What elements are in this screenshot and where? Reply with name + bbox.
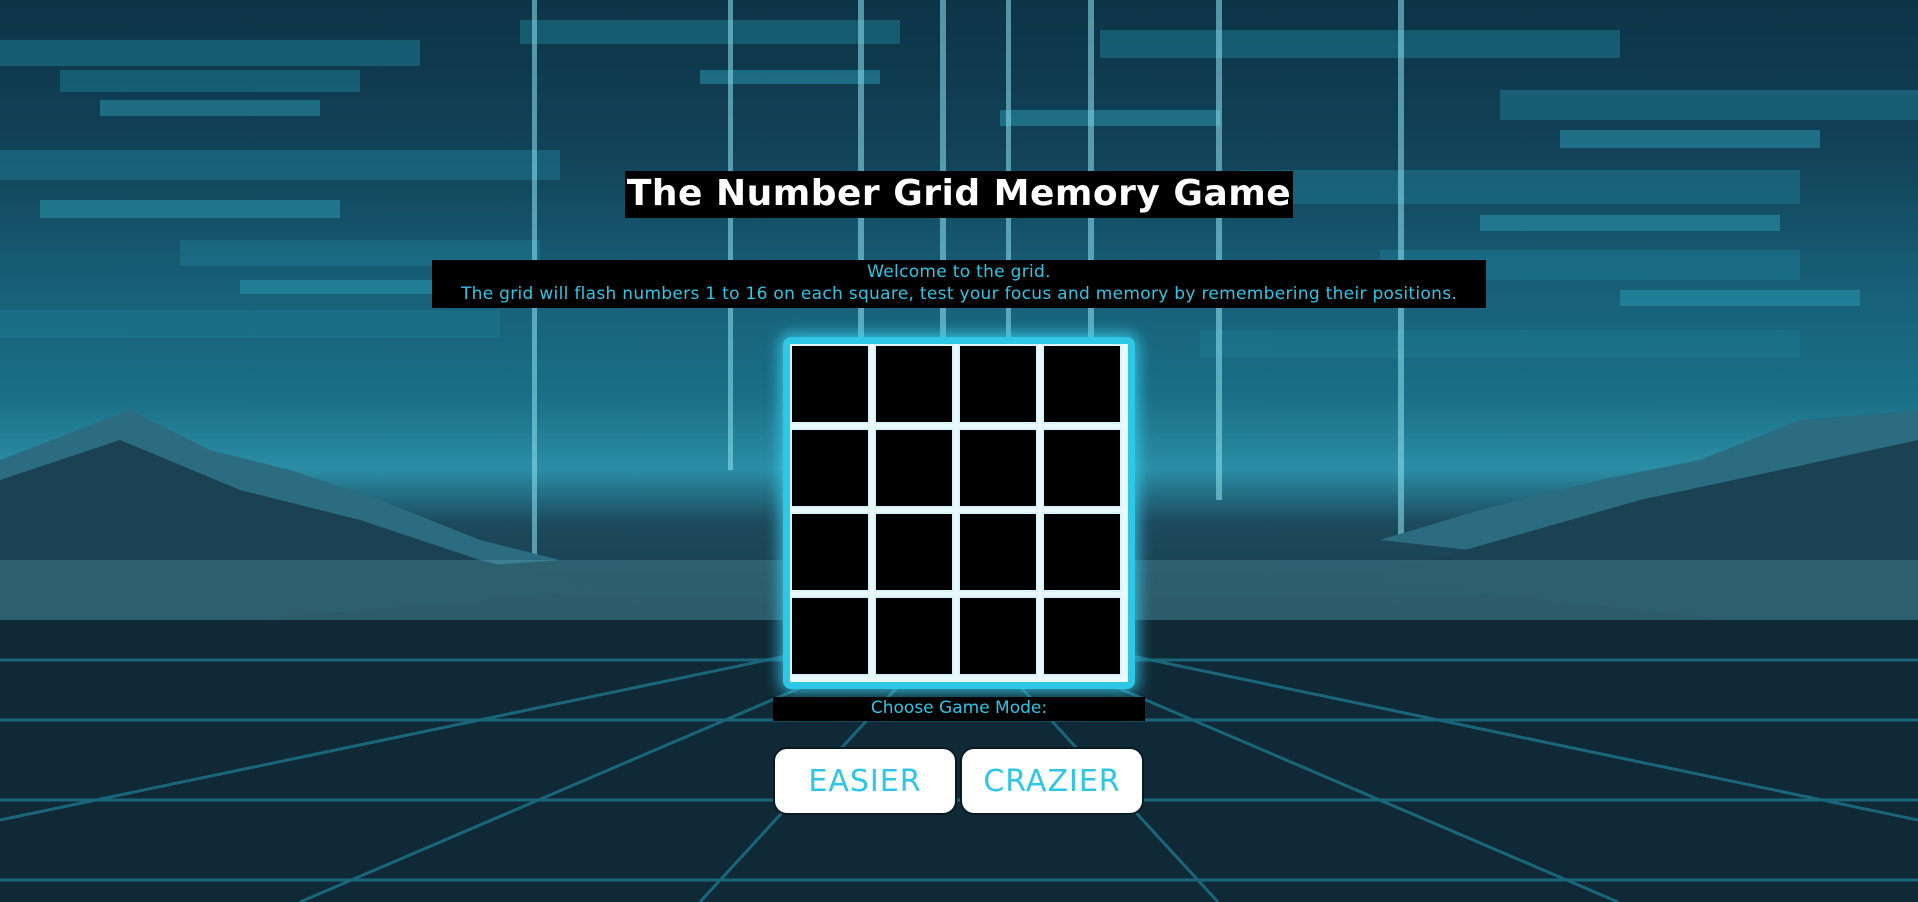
intro-text: Welcome to the grid. The grid will flash… — [432, 260, 1486, 308]
grid-cell[interactable] — [958, 512, 1038, 592]
intro-welcome: Welcome to the grid. — [867, 262, 1051, 282]
page-title-wrapper: The Number Grid Memory Game — [0, 171, 1918, 218]
intro-instructions: The grid will flash numbers 1 to 16 on e… — [460, 284, 1458, 304]
number-grid-frame — [783, 337, 1135, 689]
page-title: The Number Grid Memory Game — [624, 171, 1294, 218]
grid-cell[interactable] — [958, 344, 1038, 424]
grid-cell[interactable] — [790, 596, 870, 676]
grid-cell[interactable] — [790, 512, 870, 592]
grid-cell[interactable] — [1042, 428, 1122, 508]
number-grid — [790, 344, 1128, 682]
grid-cell[interactable] — [874, 344, 954, 424]
grid-cell[interactable] — [874, 596, 954, 676]
grid-cell[interactable] — [958, 428, 1038, 508]
grid-cell[interactable] — [874, 512, 954, 592]
easier-button[interactable]: EASIER — [773, 747, 957, 815]
grid-cell[interactable] — [790, 344, 870, 424]
grid-cell[interactable] — [1042, 512, 1122, 592]
grid-cell[interactable] — [1042, 596, 1122, 676]
grid-cell[interactable] — [790, 428, 870, 508]
grid-cell[interactable] — [874, 428, 954, 508]
game-mode-buttons: EASIER CRAZIER — [773, 747, 1144, 815]
crazier-button[interactable]: CRAZIER — [960, 747, 1144, 815]
grid-cell[interactable] — [958, 596, 1038, 676]
grid-cell[interactable] — [1042, 344, 1122, 424]
game-mode-label: Choose Game Mode: — [773, 697, 1145, 721]
